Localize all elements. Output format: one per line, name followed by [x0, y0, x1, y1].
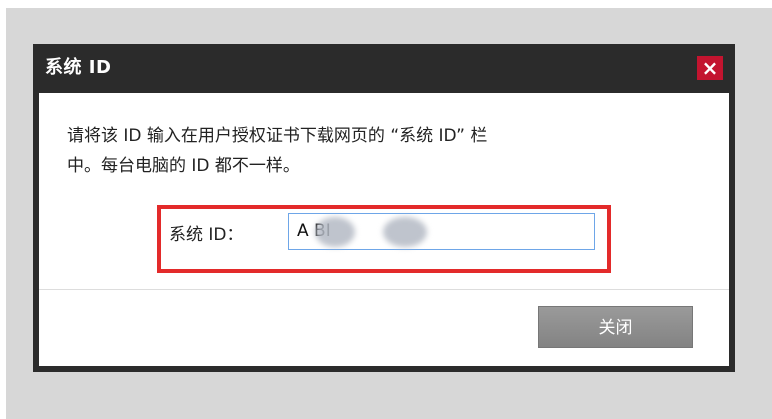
dialog-titlebar: 系统 ID × [33, 44, 735, 93]
dialog-title: 系统 ID [45, 57, 112, 78]
system-id-dialog: 系统 ID × 请将该 ID 输入在用户授权证书下载网页的 “系统 ID” 栏 … [33, 44, 735, 372]
dialog-content: 请将该 ID 输入在用户授权证书下载网页的 “系统 ID” 栏 中。每台电脑的 … [39, 93, 729, 366]
close-button[interactable]: 关闭 [538, 306, 693, 348]
system-id-label: 系统 ID： [169, 225, 244, 245]
redaction-blur [315, 217, 355, 247]
close-icon[interactable]: × [697, 56, 723, 80]
dialog-divider [39, 289, 729, 290]
redaction-blur [383, 217, 427, 247]
dialog-message: 请将该 ID 输入在用户授权证书下载网页的 “系统 ID” 栏 中。每台电脑的 … [67, 126, 488, 176]
